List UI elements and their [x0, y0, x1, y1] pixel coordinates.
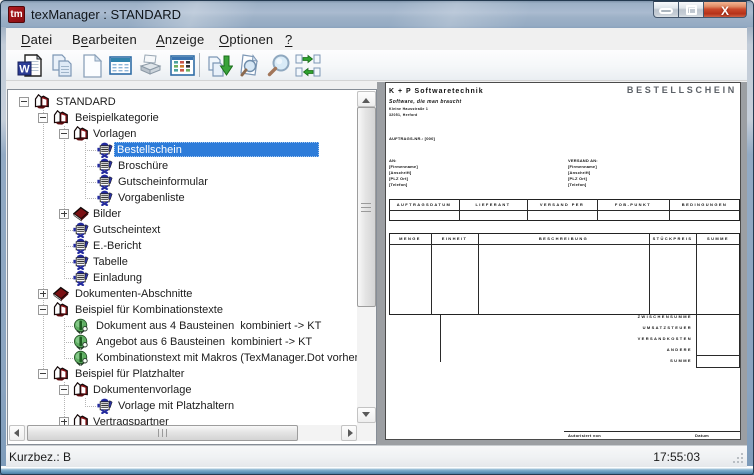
- svg-text:W: W: [19, 64, 30, 76]
